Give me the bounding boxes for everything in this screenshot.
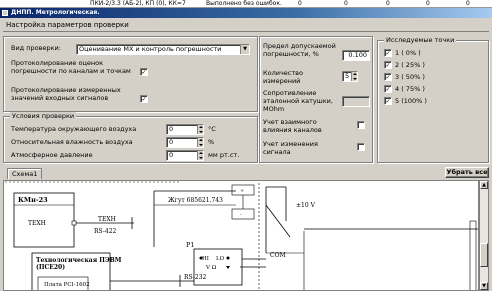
rs422-label: RS-422 — [94, 228, 117, 235]
plus-terminal: + — [240, 188, 244, 194]
limit-label: Предел допускаемой погрешности, % — [263, 42, 336, 58]
change-checkbox[interactable] — [357, 143, 365, 151]
hide-all-button[interactable]: Убрать все — [445, 167, 489, 178]
scroll-down-icon[interactable]: ▼ — [480, 282, 488, 290]
point-checkbox[interactable]: ✓ — [384, 61, 392, 69]
change-label: Учет изменения сигнала — [263, 140, 318, 156]
page-title: Настройка параметров проверки — [3, 20, 489, 32]
check-type-select[interactable]: Оценивание МХ и контроль погрешности ▼ — [76, 44, 250, 55]
tech-pc-label1: Технологическая ПЭВМ — [36, 257, 122, 264]
app-icon — [2, 10, 8, 16]
spinner-icon[interactable] — [197, 138, 203, 147]
diode-icon — [226, 266, 230, 269]
log-measured-checkbox[interactable]: ✓ — [140, 95, 148, 103]
limit-input[interactable]: 0.100 — [342, 50, 370, 61]
point-label: 5 (100% ) — [395, 97, 427, 105]
tech-pc-label2: (ПСЕ20) — [36, 264, 65, 271]
resistance-label: Сопротивление эталонной катушки, MOhm — [263, 89, 333, 113]
p1-label: P1 — [186, 241, 195, 249]
point-checkbox[interactable]: ✓ — [384, 97, 392, 105]
window-titlebar[interactable]: ДНПП. Метрологическая. — [0, 8, 492, 18]
temperature-unit: °C — [208, 125, 216, 133]
check-type-group: Вид проверки: Оценивание МХ и контроль п… — [3, 36, 258, 112]
pressure-input[interactable]: 0 — [166, 150, 204, 161]
value-cell: 0 — [426, 0, 430, 7]
window-title: ДНПП. Метрологическая. — [11, 9, 100, 16]
tekhn-right-label: ТЕХН — [98, 216, 116, 223]
rs232-label: RS-232 — [184, 274, 207, 281]
count-value: 5 — [345, 72, 350, 80]
minus-terminal: - — [240, 212, 242, 218]
scroll-up-icon[interactable]: ▲ — [480, 181, 488, 189]
pressure-value: 0 — [169, 151, 174, 159]
cable-label: Жгут 685621.743 — [168, 197, 223, 204]
point-checkbox[interactable]: ✓ — [384, 49, 392, 57]
pressure-unit: мм рт.ст. — [208, 151, 240, 159]
spinner-icon[interactable] — [197, 151, 203, 160]
humidity-label: Относительная влажность воздуха — [11, 138, 133, 146]
kmn-label: КМн-23 — [18, 196, 48, 204]
points-title: Исследуемые точки — [384, 36, 457, 45]
status-cell: Выполнено без ошибок. — [206, 0, 282, 7]
log-measured-label: Протоколирование измеренных значений вхо… — [11, 86, 121, 102]
conditions-title: Условия проверки — [10, 112, 77, 121]
point-checkbox[interactable]: ✓ — [384, 85, 392, 93]
check-type-label: Вид проверки: — [11, 44, 61, 52]
tekhn-left-label: ТЕХН — [28, 220, 46, 227]
scheme-diagram: КМн-23 ТЕХН ТЕХН RS-422 Жгут 685621.743 … — [5, 181, 478, 290]
temperature-input[interactable]: 0 — [166, 124, 204, 135]
count-label: Количество измерений — [263, 69, 303, 85]
points-group: Исследуемые точки ✓ 1 ( 0% ) ✓ 2 ( 25% )… — [377, 36, 489, 163]
check-type-value: Оценивание МХ и контроль погрешности — [79, 45, 222, 53]
point-label: 1 ( 0% ) — [395, 49, 421, 57]
spinner-icon[interactable] — [351, 72, 357, 81]
supply-terminal — [231, 208, 255, 220]
hi-label: HI — [202, 256, 209, 262]
vertical-scrollbar[interactable]: ▲ ▼ — [479, 180, 489, 291]
device-cell: ПКИ-2/3.3 (АБ-2), КП (0), КК=7 — [90, 0, 186, 7]
terminal-block — [469, 220, 477, 290]
point-label: 2 ( 25% ) — [395, 61, 425, 69]
value-cell: 0 — [466, 0, 470, 7]
log-estimates-label: Протоколирование оценок погрешности по к… — [11, 59, 131, 75]
tab-scheme1[interactable]: Схема1 — [7, 168, 43, 179]
mutual-label: Учет взаимного влияния каналов — [263, 118, 322, 134]
conditions-group: Условия проверки Температура окружающего… — [3, 112, 258, 163]
board-label: Плата PCI-1602 — [44, 282, 90, 288]
scheme-tabstrip: Схема1 Убрать все — [3, 167, 489, 179]
point-label: 4 ( 75% ) — [395, 85, 425, 93]
port-square — [71, 220, 77, 226]
point-label: 3 ( 50% ) — [395, 73, 425, 81]
value-cell: 0 — [386, 0, 390, 7]
humidity-value: 0 — [169, 138, 174, 146]
scheme-canvas[interactable]: КМн-23 ТЕХН ТЕХН RS-422 Жгут 685621.743 … — [3, 180, 479, 291]
spinner-icon[interactable] — [197, 125, 203, 134]
lo-label: LO — [216, 256, 225, 262]
point-checkbox[interactable]: ✓ — [384, 73, 392, 81]
ten-v-label: ±10 V — [296, 202, 316, 209]
log-estimates-checkbox[interactable]: ✓ — [140, 68, 148, 76]
value-cell: 0 — [298, 0, 302, 7]
scroll-thumb[interactable] — [480, 243, 488, 267]
v-omega-label: V Ω — [205, 265, 217, 271]
temperature-label: Температура окружающего воздуха — [11, 125, 137, 133]
chevron-down-icon[interactable]: ▼ — [240, 45, 249, 54]
value-cell: 0 — [344, 0, 348, 7]
mutual-checkbox[interactable] — [357, 121, 365, 129]
temperature-value: 0 — [169, 125, 174, 133]
resistance-input[interactable] — [342, 96, 370, 107]
humidity-input[interactable]: 0 — [166, 137, 204, 148]
parameters-group: Предел допускаемой погрешности, % 0.100 … — [259, 36, 373, 163]
humidity-unit: % — [208, 138, 215, 146]
background-table-row: ПКИ-2/3.3 (АБ-2), КП (0), КК=7 Выполнено… — [0, 0, 492, 8]
pressure-label: Атмосферное давление — [11, 151, 93, 159]
count-input[interactable]: 5 — [342, 71, 358, 82]
